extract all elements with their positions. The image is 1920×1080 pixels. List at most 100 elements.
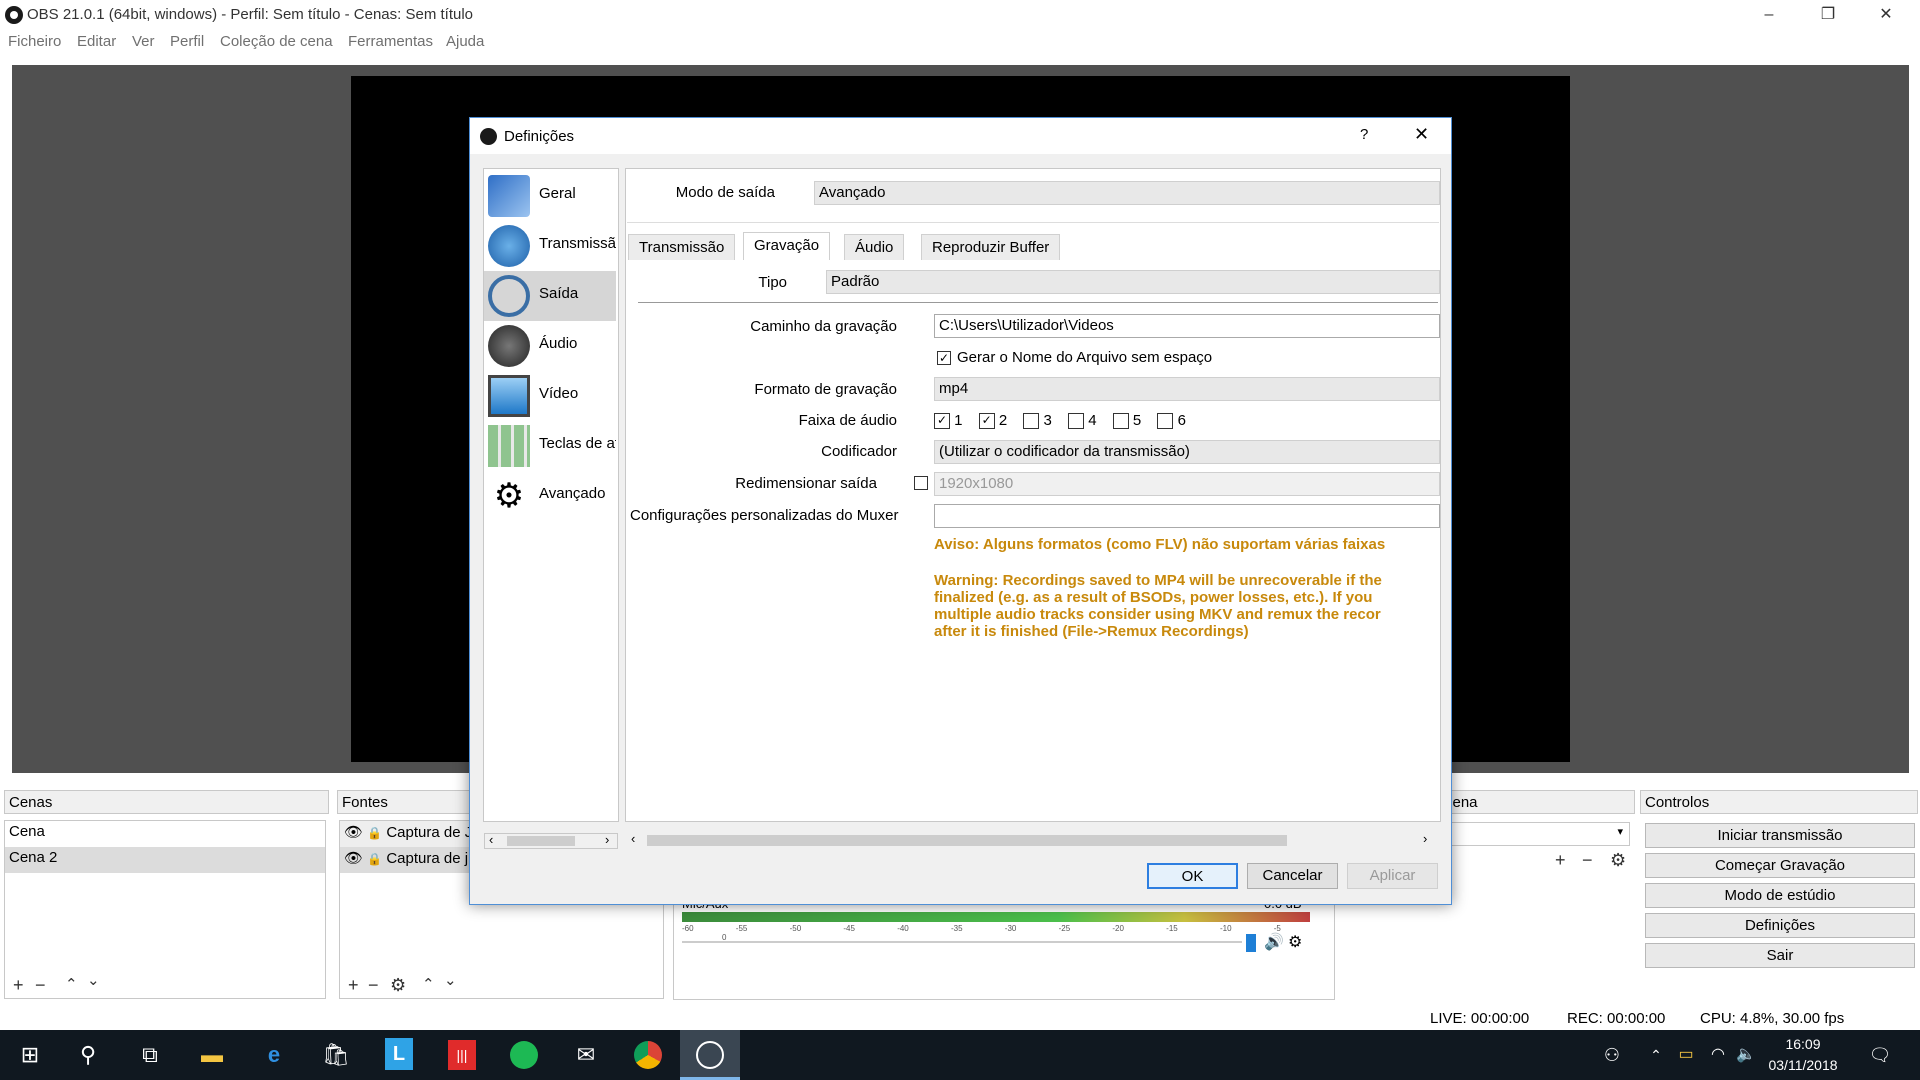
move-up-icon[interactable]: ⌃ [422,975,435,993]
type-select[interactable]: Padrão [826,270,1440,294]
remove-icon[interactable]: − [368,975,379,996]
add-icon[interactable]: + [13,975,24,996]
chevron-right-icon[interactable]: › [1423,831,1427,846]
volume-slider-handle[interactable] [1246,934,1256,952]
tab-reproduzir-buffer[interactable]: Reproduzir Buffer [921,234,1061,260]
gear-icon[interactable]: ⚙ [1610,850,1626,871]
encoder-select[interactable]: (Utilizar o codificador da transmissão) [934,440,1440,464]
spotify-icon[interactable] [510,1041,538,1069]
obs-taskbar-active[interactable] [680,1030,740,1080]
chevron-left-icon[interactable]: ‹ [489,832,493,847]
track-checkbox[interactable] [1068,413,1085,430]
tab-gravacao[interactable]: Gravação [743,232,831,260]
menu-perfil[interactable]: Perfil [170,33,204,50]
remove-icon[interactable]: − [35,975,46,996]
chevron-right-icon[interactable]: › [605,832,609,847]
meter-tick: -45 [843,924,855,933]
live-status: LIVE: 00:00:00 [1430,1010,1530,1027]
transition-dropdown[interactable]: ▾ [1440,822,1630,846]
sidebar-item-audio[interactable]: Áudio [484,321,616,371]
track-checkbox[interactable] [1112,413,1129,430]
sidebar-item-video[interactable]: Vídeo [484,371,616,421]
restore-button[interactable]: ❐ [1800,0,1856,30]
video-monitor-icon [488,375,530,417]
move-down-icon[interactable]: ⌄ [87,971,100,989]
menu-ferramentas[interactable]: Ferramentas [348,33,433,50]
scrollbar-thumb[interactable] [647,835,1287,846]
track-number: 4 [1088,412,1097,429]
recording-path-input[interactable]: C:\Users\Utilizador\Videos [934,314,1440,338]
eye-icon[interactable]: 👁 [344,824,363,841]
add-icon[interactable]: + [348,975,359,996]
clock-date[interactable]: 03/11/2018 [1764,1057,1842,1073]
sidebar-item-teclas-de-atalho[interactable]: Teclas de atalho [484,421,616,471]
menu-ver[interactable]: Ver [132,33,155,50]
scrollbar-thumb[interactable] [507,836,575,846]
tab-audio[interactable]: Áudio [844,234,905,260]
chrome-icon[interactable] [634,1041,662,1069]
studio-mode-button[interactable]: Modo de estúdio [1645,883,1915,908]
start-streaming-button[interactable]: Iniciar transmissão [1645,823,1915,848]
add-icon[interactable]: + [1555,850,1566,871]
search-icon[interactable]: ⚲ [64,1030,112,1080]
windows-start-icon[interactable]: ⊞ [6,1030,54,1080]
menu-editar[interactable]: Editar [77,33,116,50]
edge-icon[interactable]: e [250,1030,298,1080]
track-checkbox[interactable]: ✓ [978,413,995,430]
chevron-left-icon[interactable]: ‹ [631,831,635,846]
audio-track-group: ✓ 1 ✓ 2 3 4 5 6 [934,412,1234,432]
rescale-checkbox[interactable] [914,476,928,490]
track-checkbox[interactable] [1023,413,1040,430]
obs-logo-icon [480,128,497,145]
task-view-icon[interactable]: ⧉ [126,1030,174,1080]
mail-icon[interactable]: ✉ [562,1030,610,1080]
cancel-button[interactable]: Cancelar [1247,863,1338,889]
start-recording-button[interactable]: Começar Gravação [1645,853,1915,878]
close-button[interactable]: ✕ [1858,0,1914,30]
output-mode-select[interactable]: Avançado [814,181,1440,205]
settings-button[interactable]: Definições [1645,913,1915,938]
scene-item-selected[interactable]: Cena 2 [5,847,325,873]
eye-icon[interactable]: 👁 [344,850,363,867]
menu-colecao-de-cena[interactable]: Coleção de cena [220,33,333,50]
tab-transmissao[interactable]: Transmissão [628,234,736,260]
app-l-icon[interactable]: L [385,1038,413,1070]
file-explorer-icon[interactable]: ▬ [188,1030,236,1080]
track-number: 6 [1177,412,1186,429]
move-up-icon[interactable]: ⌃ [65,975,78,993]
content-hscrollbar[interactable]: ‹ › [627,831,1439,849]
notifications-icon[interactable]: 🗨 [1856,1030,1904,1080]
track-checkbox[interactable] [1157,413,1174,430]
sidebar-item-saida[interactable]: Saída [484,271,616,321]
store-icon[interactable]: 🛍 [312,1030,360,1080]
gear-icon[interactable]: ⚙ [1288,932,1302,952]
nospace-checkbox[interactable]: ✓ [937,351,951,365]
sidebar-item-geral[interactable]: Geral [484,171,616,221]
sidebar-item-avancado[interactable]: ⚙ Avançado [484,471,616,521]
sidebar-item-transmissao[interactable]: Transmissão [484,221,616,271]
move-down-icon[interactable]: ⌄ [444,971,457,989]
muxer-settings-input[interactable] [934,504,1440,528]
volume-icon[interactable]: 🔈 [1722,1030,1770,1080]
help-button[interactable]: ? [1360,126,1368,143]
people-icon[interactable]: ⚇ [1588,1030,1636,1080]
minimize-button[interactable]: – [1741,0,1797,30]
gear-icon[interactable]: ⚙ [390,975,406,996]
speaker-icon[interactable]: 🔊 [1264,932,1284,952]
lock-icon[interactable]: 🔒 [367,826,382,840]
recording-format-select[interactable]: mp4 [934,377,1440,401]
track-checkbox[interactable]: ✓ [934,413,950,430]
app-red-icon[interactable]: ||| [448,1040,476,1070]
menu-ficheiro[interactable]: Ficheiro [8,33,61,50]
lock-icon[interactable]: 🔒 [367,852,382,866]
scene-item[interactable]: Cena [5,821,325,847]
dialog-close-button[interactable]: ✕ [1414,124,1429,145]
remove-icon[interactable]: − [1582,850,1593,871]
ok-button[interactable]: OK [1147,863,1238,889]
sidebar-hscrollbar[interactable]: ‹ › [484,832,618,849]
menu-ajuda[interactable]: Ajuda [446,33,484,50]
volume-slider-track[interactable] [682,941,1242,943]
exit-button[interactable]: Sair [1645,943,1915,968]
clock-time[interactable]: 16:09 [1768,1036,1838,1052]
scenes-list[interactable]: Cena Cena 2 + − ⌃ ⌄ [4,820,326,999]
